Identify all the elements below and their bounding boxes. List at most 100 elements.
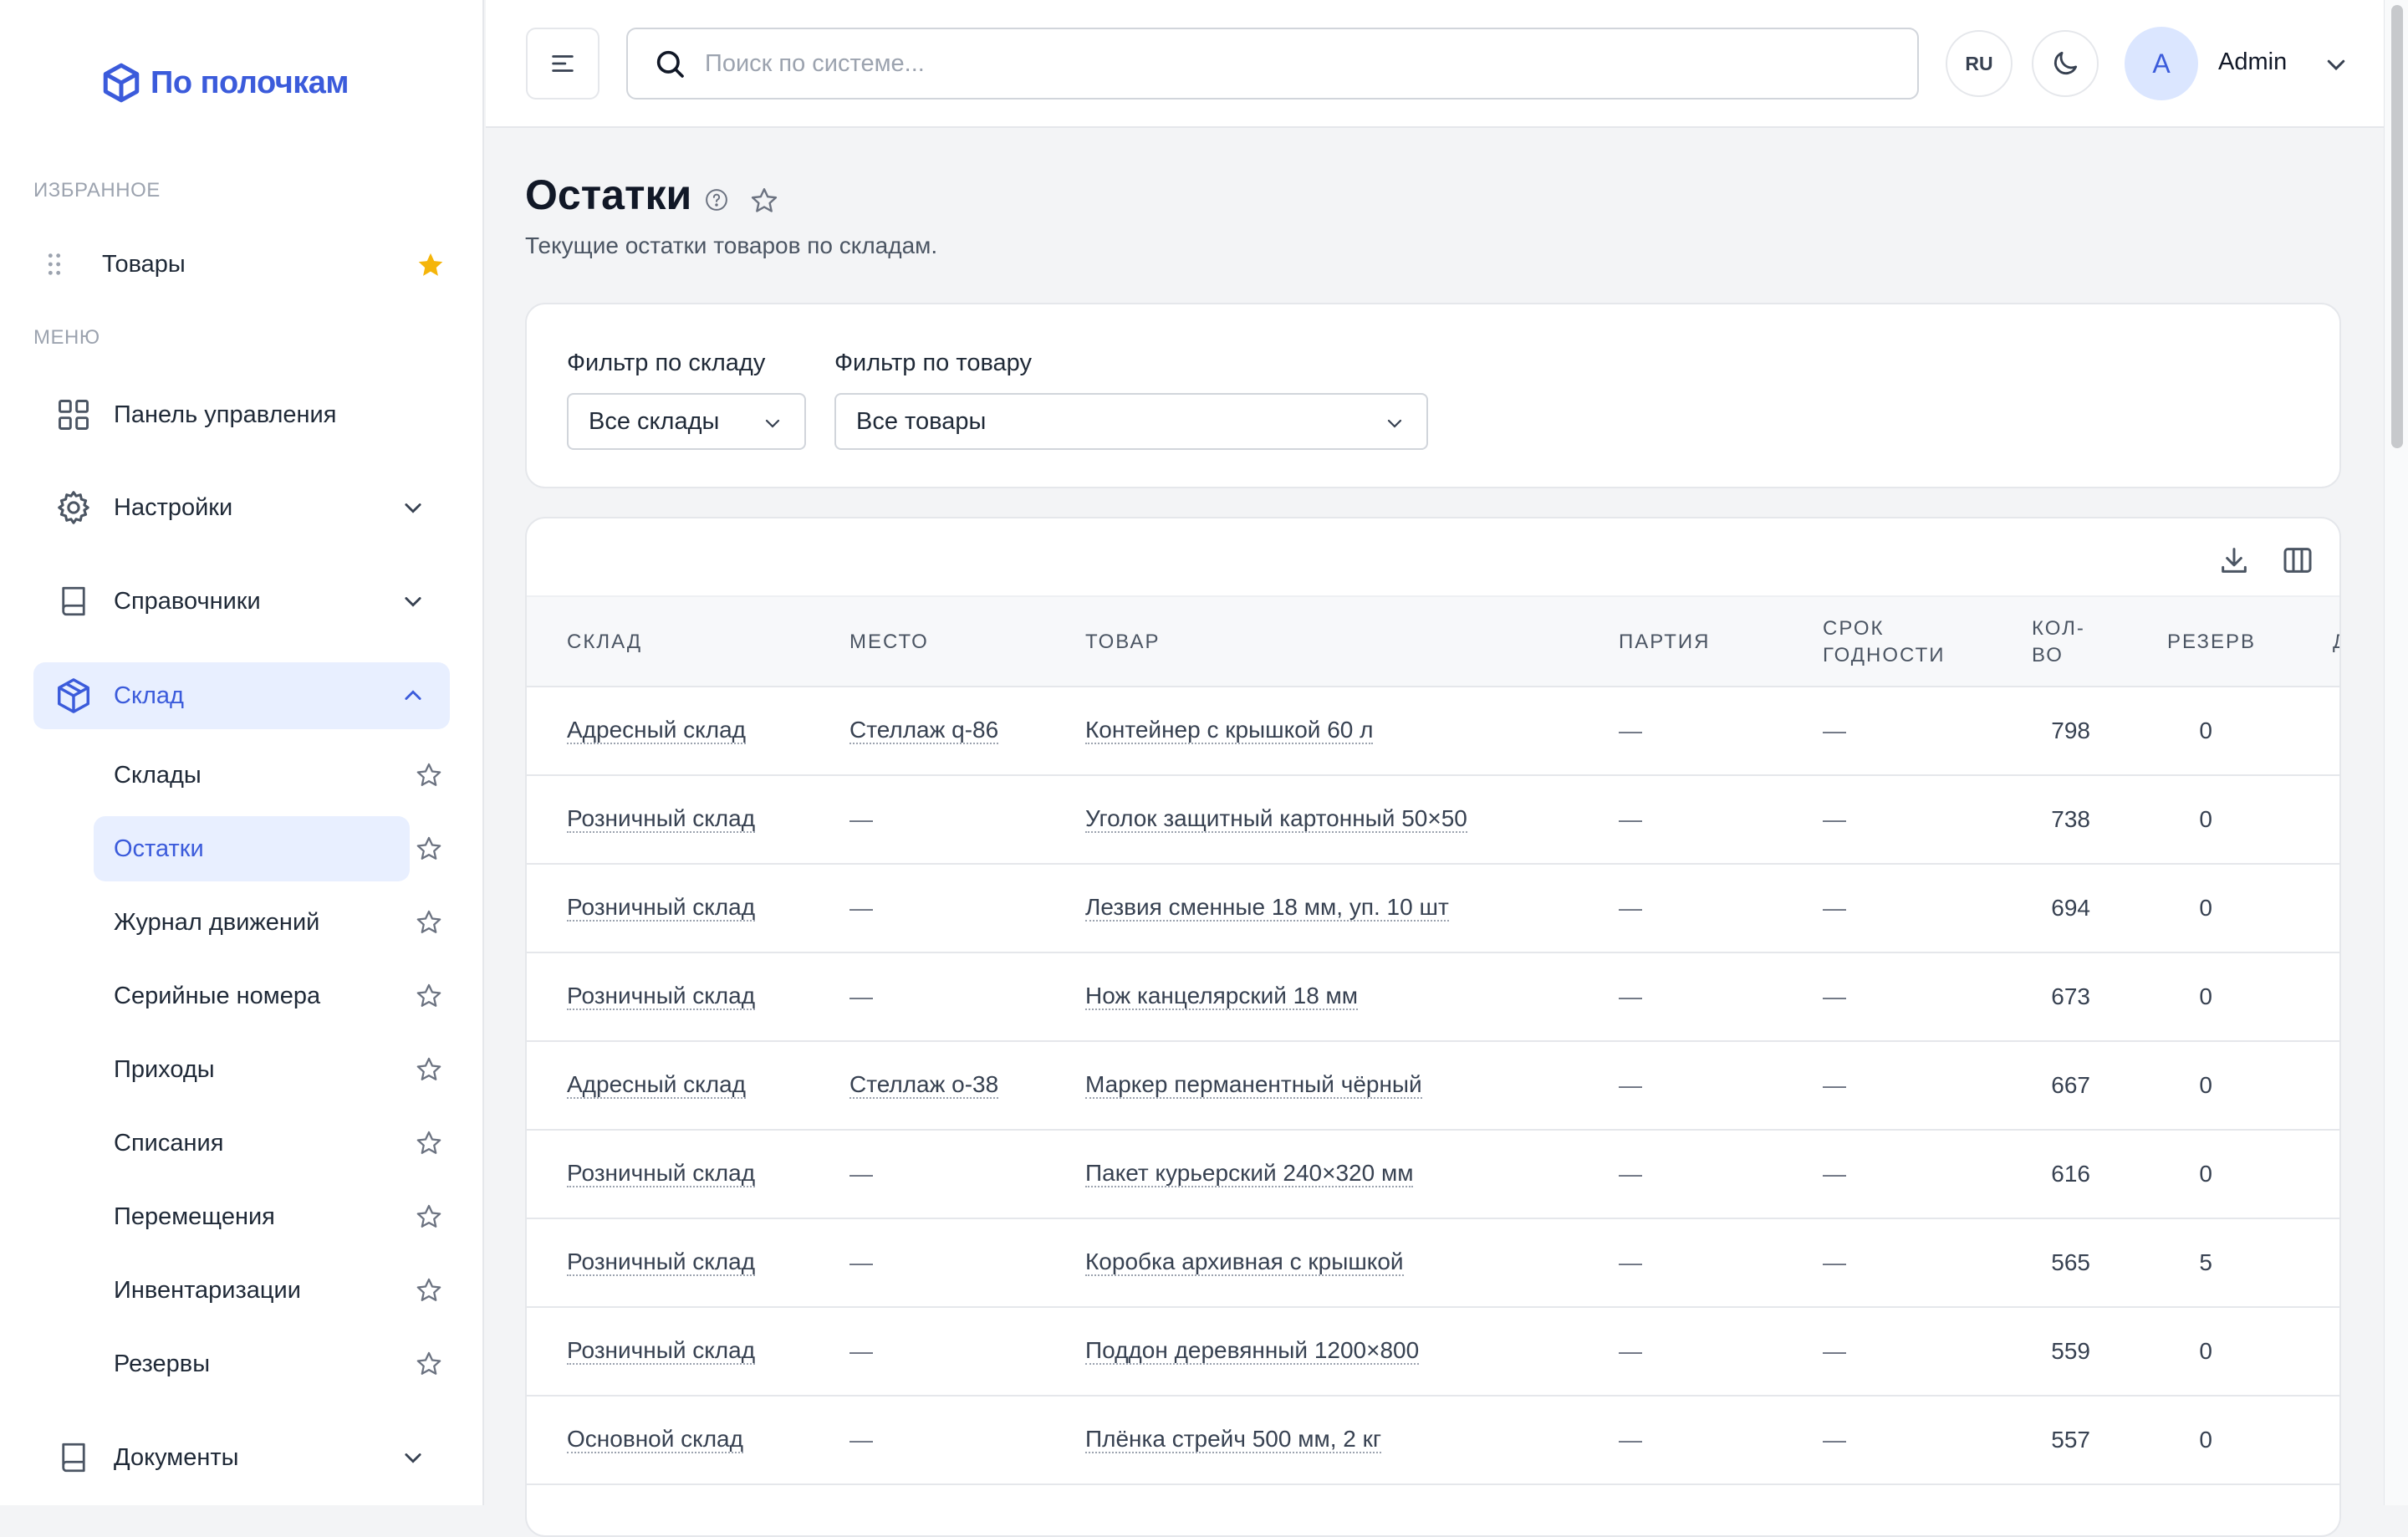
sidebar-subitem-label: Списания [114, 1129, 224, 1157]
star-outline-icon[interactable] [415, 908, 443, 937]
chevron-down-icon[interactable] [2324, 52, 2349, 77]
column-header-quantity[interactable]: Кол-во [2032, 615, 2107, 669]
sidebar-item-documents[interactable]: Документы [33, 1424, 450, 1491]
sidebar-subitem-warehouses[interactable]: Склады [94, 743, 410, 808]
avatar[interactable]: A [2125, 27, 2198, 100]
menu-icon [552, 55, 574, 72]
product-filter-label: Фильтр по товару [834, 350, 1032, 376]
star-outline-icon[interactable] [415, 1276, 443, 1305]
sidebar-subitem-transfers[interactable]: Перемещения [94, 1184, 410, 1249]
app-logo[interactable]: По полочкам [100, 62, 349, 104]
sidebar-subitem-reserves[interactable]: Резервы [94, 1331, 410, 1397]
chevron-down-icon [405, 1453, 421, 1463]
sidebar-subitem-serial-numbers[interactable]: Серийные номера [94, 963, 410, 1029]
sidebar-subitem-inventories[interactable]: Инвентаризации [94, 1258, 410, 1323]
cell-warehouse[interactable]: Розничный склад [567, 1338, 756, 1365]
cell-warehouse[interactable]: Основной склад [567, 1427, 743, 1453]
table-row[interactable]: Розничный склад — Нож канцелярский 18 мм… [527, 953, 2339, 1042]
cell-product[interactable]: Контейнер с крышкой 60 л [1085, 717, 1374, 744]
table-row[interactable]: Адресный склад Стеллаж o-38 Маркер перма… [527, 1042, 2339, 1131]
cell-warehouse[interactable]: Адресный склад [567, 717, 746, 744]
user-name[interactable]: Admin [2218, 49, 2287, 76]
cell-product[interactable]: Уголок защитный картонный 50×50 [1085, 806, 1467, 833]
help-icon[interactable] [704, 187, 729, 212]
column-header-reserve[interactable]: Резерв [2167, 629, 2256, 656]
cell-warehouse[interactable]: Розничный склад [567, 895, 756, 922]
language-button[interactable]: RU [1946, 30, 2013, 97]
cell-warehouse[interactable]: Розничный склад [567, 1249, 756, 1276]
table-row[interactable]: Основной склад — Плёнка стрейч 500 мм, 2… [527, 1397, 2339, 1485]
cell-warehouse[interactable]: Розничный склад [567, 1161, 756, 1187]
table-row[interactable]: Адресный склад Стеллаж q-86 Контейнер с … [527, 687, 2339, 776]
columns-icon[interactable] [2281, 544, 2314, 577]
page-scrollbar[interactable] [2384, 0, 2408, 1505]
table-row[interactable]: Розничный склад — Уголок защитный картон… [527, 776, 2339, 865]
cell-place[interactable]: Стеллаж q-86 [849, 717, 999, 744]
cell-product[interactable]: Плёнка стрейч 500 мм, 2 кг [1085, 1427, 1382, 1453]
global-search[interactable] [626, 28, 1919, 100]
drag-handle-icon[interactable] [42, 252, 67, 277]
topbar: RU A Admin [486, 0, 2384, 128]
star-outline-icon[interactable] [415, 982, 443, 1010]
column-header-batch[interactable]: Партия [1619, 629, 1710, 656]
table-row[interactable]: Розничный склад — Пакет курьерский 240×3… [527, 1131, 2339, 1219]
chevron-up-icon [405, 690, 421, 700]
menu-section-label: МЕНЮ [33, 326, 100, 349]
theme-toggle-button[interactable] [2032, 30, 2099, 97]
cell-quantity: 557 [2051, 1427, 2090, 1453]
sidebar-item-warehouse[interactable]: Склад [33, 662, 450, 729]
cell-product[interactable]: Коробка архивная с крышкой [1085, 1249, 1404, 1276]
menu-toggle-button[interactable] [526, 28, 599, 100]
scrollbar-thumb[interactable] [2391, 5, 2403, 448]
cell-batch: — [1619, 1427, 1642, 1453]
table-row[interactable]: Розничный склад — Поддон деревянный 1200… [527, 1308, 2339, 1397]
warehouse-filter-select[interactable]: Все склады [567, 393, 806, 450]
star-outline-icon[interactable] [415, 1055, 443, 1084]
column-header-place[interactable]: Место [849, 629, 929, 656]
cell-warehouse[interactable]: Розничный склад [567, 983, 756, 1010]
sidebar-item-settings[interactable]: Настройки [33, 474, 450, 541]
sidebar-subitem-receipts[interactable]: Приходы [94, 1037, 410, 1102]
cell-warehouse[interactable]: Адресный склад [567, 1072, 746, 1099]
warehouse-filter-label: Фильтр по складу [567, 350, 766, 376]
sidebar-subitem-label: Резервы [114, 1350, 211, 1377]
cell-reserve: 0 [2199, 717, 2212, 743]
download-icon[interactable] [2217, 544, 2251, 577]
stock-table: Склад Место Товар Партия Срок годности К… [525, 517, 2341, 1537]
sidebar-subitem-stock[interactable]: Остатки [94, 816, 410, 881]
sidebar-item-references[interactable]: Справочники [33, 568, 450, 635]
star-outline-icon[interactable] [415, 835, 443, 863]
cell-product[interactable]: Лезвия сменные 18 мм, уп. 10 шт [1085, 895, 1449, 922]
cell-product[interactable]: Поддон деревянный 1200×800 [1085, 1338, 1420, 1365]
cell-product[interactable]: Маркер перманентный чёрный [1085, 1072, 1422, 1099]
cell-product[interactable]: Нож канцелярский 18 мм [1085, 983, 1359, 1010]
cell-place: — [849, 1249, 873, 1275]
cell-batch: — [1619, 983, 1642, 1009]
cell-reserve: 0 [2199, 806, 2212, 832]
sidebar-item-dashboard[interactable]: Панель управления [33, 381, 450, 448]
table-row[interactable]: Розничный склад — Коробка архивная с кры… [527, 1219, 2339, 1308]
sidebar-subitem-movements-log[interactable]: Журнал движений [94, 890, 410, 955]
star-filled-icon[interactable] [416, 251, 445, 279]
search-input[interactable] [703, 38, 1917, 89]
star-outline-icon[interactable] [415, 761, 443, 789]
cell-warehouse[interactable]: Розничный склад [567, 806, 756, 833]
sidebar-item-label: Документы [114, 1443, 239, 1471]
product-filter-select[interactable]: Все товары [834, 393, 1428, 450]
table-row[interactable]: Розничный склад — Лезвия сменные 18 мм, … [527, 865, 2339, 953]
cell-place[interactable]: Стеллаж o-38 [849, 1072, 999, 1099]
favorite-item-products[interactable]: Товары [33, 239, 452, 289]
book-icon [54, 1437, 94, 1478]
cell-product[interactable]: Пакет курьерский 240×320 мм [1085, 1161, 1414, 1187]
column-header-product[interactable]: Товар [1085, 629, 1160, 656]
star-outline-icon[interactable] [415, 1129, 443, 1157]
star-outline-icon[interactable] [749, 186, 779, 216]
column-header-expiry[interactable]: Срок годности [1823, 615, 1990, 669]
chevron-down-icon [765, 419, 780, 428]
column-header-warehouse[interactable]: Склад [567, 629, 642, 656]
star-outline-icon[interactable] [415, 1350, 443, 1378]
column-header-extra[interactable]: Д [2333, 629, 2339, 656]
sidebar-subitem-writeoffs[interactable]: Списания [94, 1111, 410, 1176]
cell-quantity: 673 [2051, 983, 2090, 1009]
star-outline-icon[interactable] [415, 1203, 443, 1231]
